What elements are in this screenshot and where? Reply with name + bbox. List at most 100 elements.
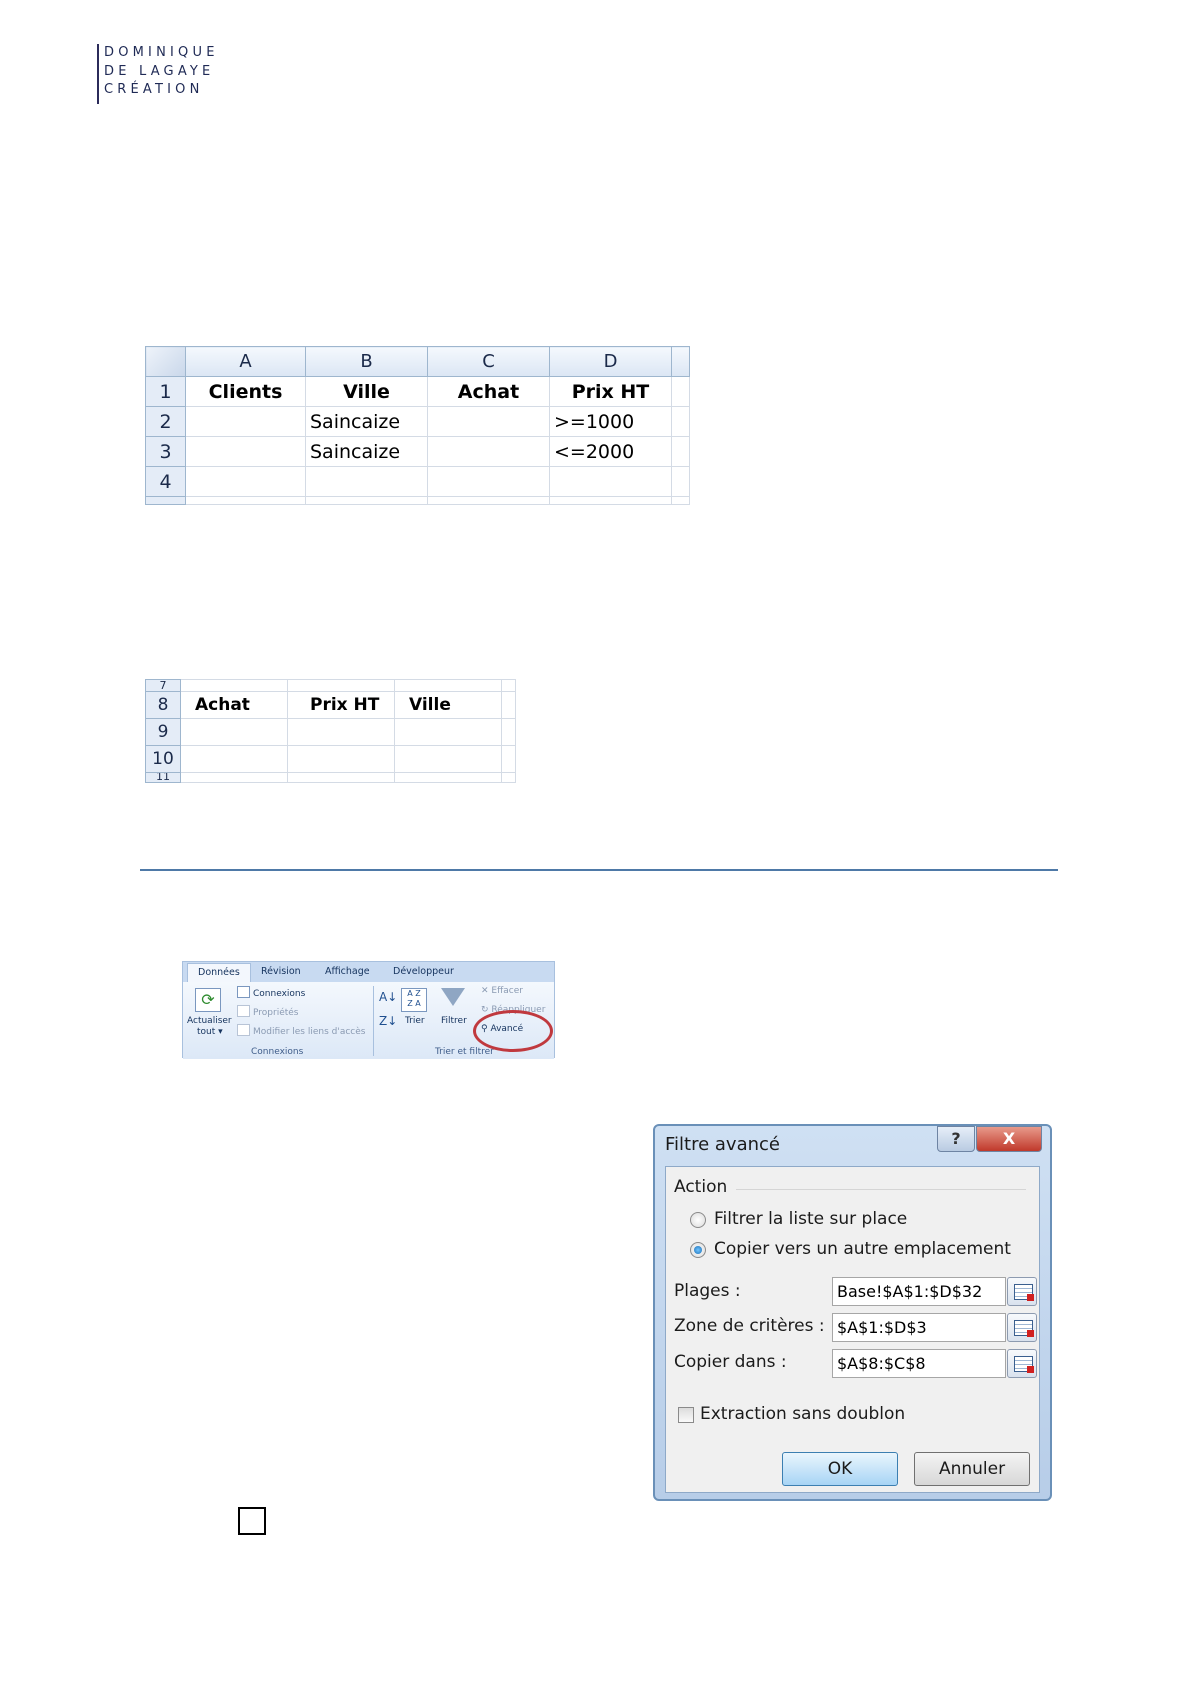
row-header[interactable]: 9 xyxy=(145,718,181,746)
cell[interactable] xyxy=(287,772,395,783)
row-header[interactable]: 4 xyxy=(145,466,186,497)
cell-c8[interactable]: Ville xyxy=(394,691,502,719)
cell-e2[interactable] xyxy=(671,406,690,437)
tab-donnees[interactable]: Données xyxy=(187,963,251,982)
cell[interactable] xyxy=(394,772,502,783)
criteres-ref-button[interactable] xyxy=(1007,1313,1037,1342)
cell-b1[interactable]: Ville xyxy=(305,376,428,407)
refresh-icon[interactable]: ⟳ xyxy=(195,988,221,1012)
trier-button[interactable]: Trier xyxy=(405,1016,425,1026)
effacer-button[interactable]: ✕ Effacer xyxy=(481,986,523,996)
cell-a2[interactable] xyxy=(185,406,306,437)
row-header[interactable]: 7 xyxy=(145,679,181,692)
cell-d3[interactable]: <=2000 xyxy=(549,436,672,467)
tab-developpeur[interactable]: Développeur xyxy=(393,966,454,977)
cell[interactable] xyxy=(427,496,550,505)
cell-b10[interactable] xyxy=(287,745,395,773)
row-header[interactable]: 2 xyxy=(145,406,186,437)
copier-input[interactable]: $A$8:$C$8 xyxy=(832,1349,1006,1378)
modifier-liens-label: Modifier les liens d'accès xyxy=(253,1027,366,1037)
cell[interactable] xyxy=(671,496,690,505)
cell[interactable] xyxy=(501,772,516,783)
cell-a8[interactable]: Achat xyxy=(180,691,288,719)
cell-d10[interactable] xyxy=(501,745,516,773)
cell-d2[interactable]: >=1000 xyxy=(549,406,672,437)
sans-doublon-checkbox[interactable] xyxy=(678,1407,694,1423)
select-all-corner[interactable] xyxy=(145,346,186,377)
cell-b4[interactable] xyxy=(305,466,428,497)
help-button[interactable]: ? xyxy=(937,1126,975,1152)
cell-b9[interactable] xyxy=(287,718,395,746)
row-header[interactable]: 10 xyxy=(145,745,181,773)
sans-doublon-label[interactable]: Extraction sans doublon xyxy=(700,1404,905,1424)
sort-dialog-icon[interactable]: A ZZ A xyxy=(401,988,427,1012)
column-header-e[interactable] xyxy=(671,346,690,377)
copy-to-location-label[interactable]: Copier vers un autre emplacement xyxy=(714,1239,1011,1259)
filter-in-place-radio[interactable] xyxy=(690,1212,706,1228)
effacer-label: Effacer xyxy=(491,986,523,996)
plages-ref-button[interactable] xyxy=(1007,1277,1037,1306)
cell-d8[interactable] xyxy=(501,691,516,719)
cell-c4[interactable] xyxy=(427,466,550,497)
cell-a1[interactable]: Clients xyxy=(185,376,306,407)
cell-d1[interactable]: Prix HT xyxy=(549,376,672,407)
cell-e4[interactable] xyxy=(671,466,690,497)
cell[interactable] xyxy=(501,679,516,692)
cell[interactable] xyxy=(180,679,288,692)
column-header-c[interactable]: C xyxy=(427,346,550,377)
cell-a9[interactable] xyxy=(180,718,288,746)
modifier-liens-button[interactable]: Modifier les liens d'accès xyxy=(237,1024,365,1037)
cell-b8[interactable]: Prix HT xyxy=(287,691,395,719)
refresh-all-label[interactable]: Actualiser xyxy=(187,1016,232,1026)
column-header-b[interactable]: B xyxy=(305,346,428,377)
proprietes-button[interactable]: Propriétés xyxy=(237,1005,298,1018)
cell-a10[interactable] xyxy=(180,745,288,773)
filter-in-place-label[interactable]: Filtrer la liste sur place xyxy=(714,1209,907,1229)
row-header[interactable]: 1 xyxy=(145,376,186,407)
cell[interactable] xyxy=(185,496,306,505)
copier-ref-button[interactable] xyxy=(1007,1349,1037,1378)
cell-b3[interactable]: Saincaize xyxy=(305,436,428,467)
column-header-a[interactable]: A xyxy=(185,346,306,377)
cell-e3[interactable] xyxy=(671,436,690,467)
tab-revision[interactable]: Révision xyxy=(261,966,301,977)
row-header[interactable]: 8 xyxy=(145,691,181,719)
cell-c9[interactable] xyxy=(394,718,502,746)
cell[interactable] xyxy=(549,496,672,505)
column-header-d[interactable]: D xyxy=(549,346,672,377)
cell-d4[interactable] xyxy=(549,466,672,497)
cell-b2[interactable]: Saincaize xyxy=(305,406,428,437)
ok-button[interactable]: OK xyxy=(782,1452,898,1486)
criteres-input[interactable]: $A$1:$D$3 xyxy=(832,1313,1006,1342)
cell-c10[interactable] xyxy=(394,745,502,773)
filtrer-button[interactable]: Filtrer xyxy=(441,1016,467,1026)
logo-line-3: CRÉATION xyxy=(104,82,204,97)
cell-c1[interactable]: Achat xyxy=(427,376,550,407)
cell-c3[interactable] xyxy=(427,436,550,467)
refresh-all-label-2[interactable]: tout ▾ xyxy=(197,1027,223,1037)
table-row: 11 xyxy=(145,772,516,783)
cell[interactable] xyxy=(394,679,502,692)
annuler-button[interactable]: Annuler xyxy=(914,1452,1030,1486)
logo-line-2: DE LAGAYE xyxy=(104,63,215,79)
filter-funnel-icon[interactable] xyxy=(441,988,465,1006)
cell-c2[interactable] xyxy=(427,406,550,437)
tab-affichage[interactable]: Affichage xyxy=(325,966,370,977)
plages-input[interactable]: Base!$A$1:$D$32 xyxy=(832,1277,1006,1306)
cell[interactable] xyxy=(180,772,288,783)
cell-e1[interactable] xyxy=(671,376,690,407)
criteria-sheet: A B C D 1 Clients Ville Achat Prix HT 2 … xyxy=(145,346,690,505)
row-header[interactable]: 3 xyxy=(145,436,186,467)
connexions-button[interactable]: Connexions xyxy=(237,986,305,999)
cell[interactable] xyxy=(287,679,395,692)
close-button[interactable]: X xyxy=(976,1126,1042,1152)
sort-za-icon[interactable]: Z↓ xyxy=(379,1014,397,1028)
copy-to-location-radio[interactable] xyxy=(690,1242,706,1258)
sort-az-icon[interactable]: A↓ xyxy=(379,990,397,1004)
row-header[interactable]: 11 xyxy=(145,772,181,783)
cell-a4[interactable] xyxy=(185,466,306,497)
cell-a3[interactable] xyxy=(185,436,306,467)
cell-d9[interactable] xyxy=(501,718,516,746)
row-header[interactable] xyxy=(145,496,186,505)
cell[interactable] xyxy=(305,496,428,505)
